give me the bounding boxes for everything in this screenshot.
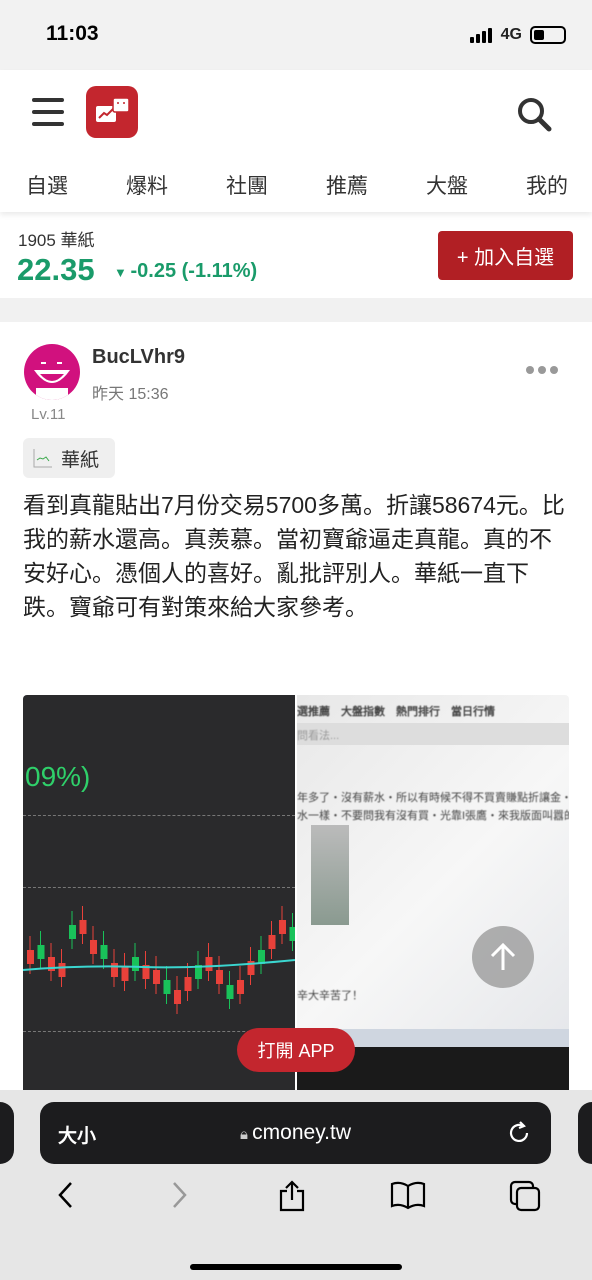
- candle-body: [163, 980, 171, 994]
- status-bar: 11:03 4G: [0, 0, 592, 70]
- user-level: Lv.11: [31, 406, 66, 423]
- candle-body: [237, 980, 244, 994]
- bookmarks-icon[interactable]: [390, 1180, 426, 1210]
- forward-icon[interactable]: [164, 1180, 194, 1210]
- url-text: cmoney.tw: [252, 1121, 351, 1144]
- avatar[interactable]: [24, 344, 80, 400]
- chart-icon: [33, 449, 52, 468]
- scroll-to-top-button[interactable]: [472, 926, 534, 988]
- post-time: 昨天 15:36: [92, 386, 169, 403]
- signal-icon: [470, 28, 492, 43]
- clock: 11:03: [46, 22, 99, 45]
- image-line-2: 水一樣・不要問我有沒有買・光靠I張鷹・來我版面叫囂的: [297, 810, 569, 822]
- more-options-icon[interactable]: [526, 366, 558, 374]
- tab-recommend[interactable]: 推薦: [326, 170, 368, 200]
- add-to-watchlist-button[interactable]: + 加入自選: [438, 231, 573, 280]
- change-value: -0.25 (-1.11%): [130, 260, 258, 282]
- home-indicator: [190, 1264, 402, 1270]
- candle-body: [37, 945, 45, 959]
- stock-name: 1905 華紙: [18, 231, 95, 250]
- candle-body: [174, 990, 181, 1004]
- stock-price: 22.35: [17, 252, 95, 287]
- image-line-1: 年多了・沒有薪水・所以有時候不得不買賣賺點折讓金・: [297, 792, 569, 804]
- divider: [0, 298, 592, 322]
- down-triangle-icon: ▼: [114, 265, 131, 280]
- stock-summary: 1905 華紙 22.35 ▼ -0.25 (-1.11%) + 加入自選: [0, 212, 592, 298]
- tab-clubs[interactable]: 社團: [226, 170, 268, 200]
- candle-body: [79, 920, 87, 934]
- tab-market[interactable]: 大盤: [426, 170, 468, 200]
- tag-label: 華紙: [61, 449, 100, 471]
- back-icon[interactable]: [51, 1180, 81, 1210]
- candle-body: [268, 935, 276, 949]
- reload-icon[interactable]: [507, 1119, 531, 1150]
- candle-body: [216, 970, 223, 984]
- candle-body: [132, 957, 139, 971]
- share-icon[interactable]: [277, 1180, 307, 1212]
- network-type: 4G: [500, 26, 522, 43]
- browser-toolbar: 大小 🔒︎ cmoney.tw: [0, 1090, 592, 1280]
- tab-mine[interactable]: 我的: [526, 170, 568, 200]
- tab-news[interactable]: 爆料: [126, 170, 168, 200]
- tabs-icon[interactable]: [509, 1180, 541, 1212]
- candle-body: [100, 945, 108, 959]
- username[interactable]: BucLVhr9: [92, 346, 185, 369]
- candle-body: [205, 957, 213, 971]
- candle-body: [226, 985, 234, 999]
- candle-body: [58, 963, 66, 977]
- candle-body: [153, 970, 160, 984]
- search-icon[interactable]: [516, 96, 552, 137]
- tab-watchlist[interactable]: 自選: [26, 170, 68, 200]
- stock-tag[interactable]: 華紙: [23, 438, 115, 478]
- open-app-button[interactable]: 打開 APP: [237, 1028, 355, 1072]
- battery-icon: [530, 26, 566, 44]
- candle-body: [121, 967, 129, 981]
- candle-body: [289, 927, 295, 941]
- candle-body: [111, 963, 118, 977]
- candle-body: [279, 920, 286, 934]
- candle-body: [27, 950, 34, 964]
- post-content: 看到真龍貼出7月份交易5700多萬。折讓58674元。比我的薪水還高。真羨慕。當…: [23, 492, 565, 620]
- nav-tabs: 自選 爆料 社團 推薦 大盤 我的: [0, 170, 592, 200]
- lock-icon: 🔒︎: [240, 1126, 253, 1143]
- menu-icon[interactable]: [32, 98, 64, 134]
- app-header: 自選 爆料 社團 推薦 大盤 我的: [0, 70, 592, 212]
- image-line-3: 辛大辛苦了！: [297, 990, 363, 1002]
- image-menu-text: 選推薦 大盤指數 熱門排行 當日行情: [297, 706, 495, 718]
- image-input-text: 問看法...: [297, 730, 340, 742]
- cmoney-logo[interactable]: [86, 86, 138, 138]
- candle-body: [184, 977, 192, 991]
- stock-change: ▼ -0.25 (-1.11%): [114, 260, 257, 283]
- address-bar[interactable]: 大小 🔒︎ cmoney.tw: [40, 1102, 551, 1164]
- candle-body: [90, 940, 97, 954]
- candle-body: [69, 925, 76, 939]
